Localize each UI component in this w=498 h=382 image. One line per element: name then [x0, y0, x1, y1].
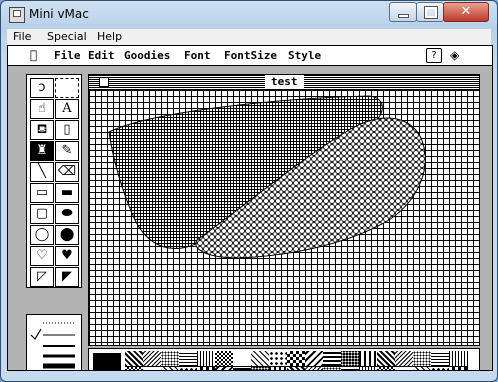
pattern-swatch[interactable]: [413, 351, 432, 367]
document-title-bar[interactable]: test: [89, 75, 479, 90]
pattern-swatch[interactable]: [377, 351, 396, 367]
pattern-swatch[interactable]: [215, 351, 234, 367]
document-window: test: [88, 74, 480, 346]
pattern-swatch[interactable]: [125, 351, 144, 367]
pattern-swatch[interactable]: [251, 351, 270, 367]
pattern-swatch[interactable]: [323, 351, 342, 367]
rectangle-icon[interactable]: ▭: [30, 183, 54, 203]
pattern-swatch[interactable]: [449, 367, 468, 370]
mac-menu-goodies[interactable]: Goodies: [124, 49, 170, 62]
app-window: Mini vMac ✕ File Special Help  File Edi…: [0, 0, 498, 382]
macpaint-icon[interactable]: ◈: [450, 48, 459, 62]
close-icon: ✕: [460, 4, 472, 19]
pattern-swatch[interactable]: [341, 367, 360, 370]
pattern-swatch[interactable]: [323, 367, 342, 370]
pattern-swatch[interactable]: [269, 351, 288, 367]
minimize-button[interactable]: [389, 2, 417, 22]
spray-can-icon[interactable]: ▯: [55, 120, 79, 140]
oval-icon[interactable]: ◯: [30, 225, 54, 245]
filled-rectangle-icon[interactable]: ▬: [55, 183, 79, 203]
filled-oval-icon[interactable]: ⬤: [55, 225, 79, 245]
window-title: Mini vMac: [29, 7, 89, 21]
host-menu-special[interactable]: Special: [47, 30, 87, 43]
pattern-swatch[interactable]: [377, 367, 396, 370]
mac-menu-fontsize[interactable]: FontSize: [224, 49, 277, 62]
maximize-button[interactable]: [416, 2, 444, 22]
close-button[interactable]: ✕: [443, 2, 489, 22]
question-icon[interactable]: ?: [426, 48, 442, 63]
polygon-icon[interactable]: ◸: [30, 267, 54, 287]
pattern-swatch[interactable]: [233, 351, 252, 367]
eraser-icon[interactable]: ⌫: [55, 162, 79, 182]
pattern-swatch[interactable]: [179, 351, 198, 367]
mac-menu-font[interactable]: Font: [184, 49, 211, 62]
pattern-swatch[interactable]: [287, 367, 306, 370]
pattern-swatch[interactable]: [341, 351, 360, 367]
desktop-pattern: ↄ ☝ A ⛾ ▯ ♜ ✎ ╲ ⌫ ▭ ▬ ▢ ⬬ ◯ ⬤ ♡ ♥ ◸ ◤ te…: [8, 66, 492, 370]
mac-menu-file[interactable]: File: [54, 49, 81, 62]
host-menubar: File Special Help: [7, 29, 491, 46]
pattern-swatch[interactable]: [413, 367, 432, 370]
lasso-icon[interactable]: ↄ: [30, 78, 54, 98]
filled-freeform-icon[interactable]: ♥: [55, 246, 79, 266]
document-close-box[interactable]: [99, 77, 109, 87]
freeform-icon[interactable]: ♡: [30, 246, 54, 266]
pattern-swatch[interactable]: [179, 367, 198, 370]
mac-menu-style[interactable]: Style: [288, 49, 321, 62]
tool-palette: ↄ ☝ A ⛾ ▯ ♜ ✎ ╲ ⌫ ▭ ▬ ▢ ⬬ ◯ ⬤ ♡ ♥ ◸ ◤: [26, 74, 82, 288]
hand-icon[interactable]: ☝: [30, 99, 54, 119]
pattern-swatch[interactable]: [305, 367, 324, 370]
painted-shapes: [108, 95, 426, 259]
paint-canvas[interactable]: [89, 90, 479, 345]
text-tool-icon[interactable]: A: [55, 99, 79, 119]
current-pattern-swatch: [93, 353, 121, 370]
title-bar[interactable]: Mini vMac ✕: [1, 1, 497, 29]
pattern-swatch[interactable]: [359, 367, 378, 370]
filled-rounded-rectangle-icon[interactable]: ⬬: [55, 204, 79, 224]
paint-bucket-icon[interactable]: ⛾: [30, 120, 54, 140]
pattern-swatch[interactable]: [125, 367, 144, 370]
mac-menu-edit[interactable]: Edit: [88, 49, 115, 62]
pattern-palette: [88, 348, 480, 370]
line-tool-icon[interactable]: ╲: [30, 162, 54, 182]
pattern-swatch[interactable]: [395, 351, 414, 367]
apple-icon[interactable]: : [30, 48, 37, 62]
pattern-swatch[interactable]: [143, 351, 162, 367]
line-widths-icon: [30, 322, 75, 369]
document-title: test: [265, 75, 304, 89]
pattern-swatch[interactable]: [395, 367, 414, 370]
pattern-swatch[interactable]: [251, 367, 270, 370]
pattern-swatch[interactable]: [431, 367, 450, 370]
marquee-icon[interactable]: [55, 78, 79, 98]
host-menu-file[interactable]: File: [13, 30, 31, 43]
pattern-swatch[interactable]: [287, 351, 306, 367]
pencil-icon[interactable]: ✎: [55, 141, 79, 161]
pattern-swatch[interactable]: [269, 367, 288, 370]
paintbrush-icon[interactable]: ♜: [30, 141, 54, 161]
pattern-swatch[interactable]: [197, 367, 216, 370]
pattern-swatch[interactable]: [431, 351, 450, 367]
emulated-screen:  File Edit Goodies Font FontSize Style …: [7, 45, 493, 371]
pattern-swatch[interactable]: [359, 351, 378, 367]
pattern-swatch[interactable]: [161, 351, 180, 367]
pattern-swatch[interactable]: [449, 351, 468, 367]
pattern-swatch[interactable]: [233, 367, 252, 370]
host-menu-help[interactable]: Help: [97, 30, 122, 43]
rounded-rectangle-icon[interactable]: ▢: [30, 204, 54, 224]
app-icon: [9, 7, 25, 23]
pattern-swatch[interactable]: [197, 351, 216, 367]
pattern-swatch[interactable]: [305, 351, 324, 367]
line-width-palette[interactable]: [26, 314, 82, 370]
pattern-swatch[interactable]: [161, 367, 180, 370]
filled-polygon-icon[interactable]: ◤: [55, 267, 79, 287]
mac-menubar:  File Edit Goodies Font FontSize Style …: [8, 46, 492, 66]
pattern-swatch[interactable]: [215, 367, 234, 370]
pattern-swatch[interactable]: [143, 367, 162, 370]
